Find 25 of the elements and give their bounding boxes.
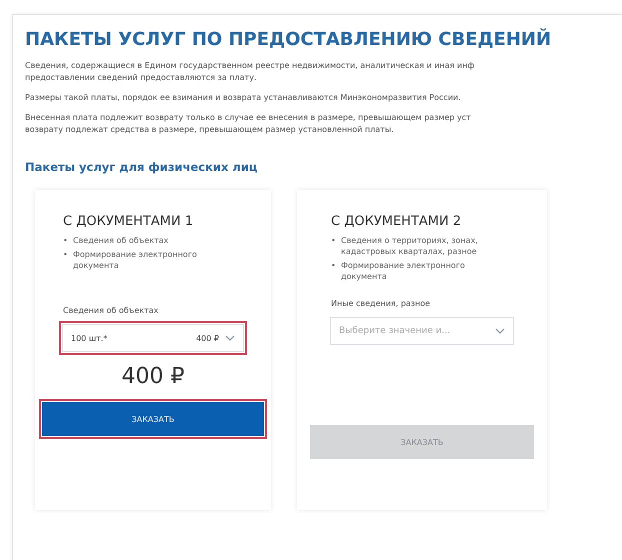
bullet: •: [63, 249, 69, 260]
bullet: •: [331, 260, 337, 271]
price: 400 ₽: [120, 363, 186, 391]
paragraph: Сведения, содержащиеся в Едином государственном реестре недвижимости, аналитическая и иная инф предоставлении сведений предоставляются за плату.: [25, 60, 476, 84]
select-price: 400 ₽: [196, 334, 219, 342]
select-value: 100 шт.*: [71, 334, 108, 342]
feature-text: Сведения об объектах: [73, 235, 168, 246]
section-title: Пакеты услуг для физических лиц: [25, 160, 258, 174]
select-label: Сведения об объектах: [63, 306, 160, 315]
select-label: Иные сведения, разное: [331, 299, 432, 308]
select-placeholder: Выберите значение и...: [339, 326, 452, 336]
feature-text: Сведения о территориях, зонах, кадастровых кварталах, разное: [341, 235, 479, 257]
bullet: •: [331, 235, 337, 246]
chevron-down-icon: [495, 328, 505, 334]
package-title: С ДОКУМЕНТАМИ 2: [331, 214, 462, 229]
package-title: С ДОКУМЕНТАМИ 1: [63, 214, 194, 229]
feature-text: Формирование электронного документа: [341, 260, 466, 282]
bullet: •: [63, 235, 69, 246]
order-button[interactable]: ЗАКАЗАТЬ: [42, 402, 264, 436]
page-title: ПАКЕТЫ УСЛУГ ПО ПРЕДОСТАВЛЕНИЮ СВЕДЕНИЙ: [25, 29, 552, 50]
paragraph: Размеры такой платы, порядок ее взимания и возврата устанавливаются Минэкономразвития России.: [25, 92, 462, 104]
chevron-down-icon: [225, 335, 235, 341]
feature-text: Формирование электронного документа: [73, 249, 198, 271]
paragraph: Внесенная плата подлежит возврату только в случае ее внесения в размере, превышающем размер уст возврату подлежат средства в размере, превышающем размер установленной платы.: [25, 112, 472, 136]
select-field[interactable]: 100 шт.* 400 ₽: [59, 321, 247, 355]
